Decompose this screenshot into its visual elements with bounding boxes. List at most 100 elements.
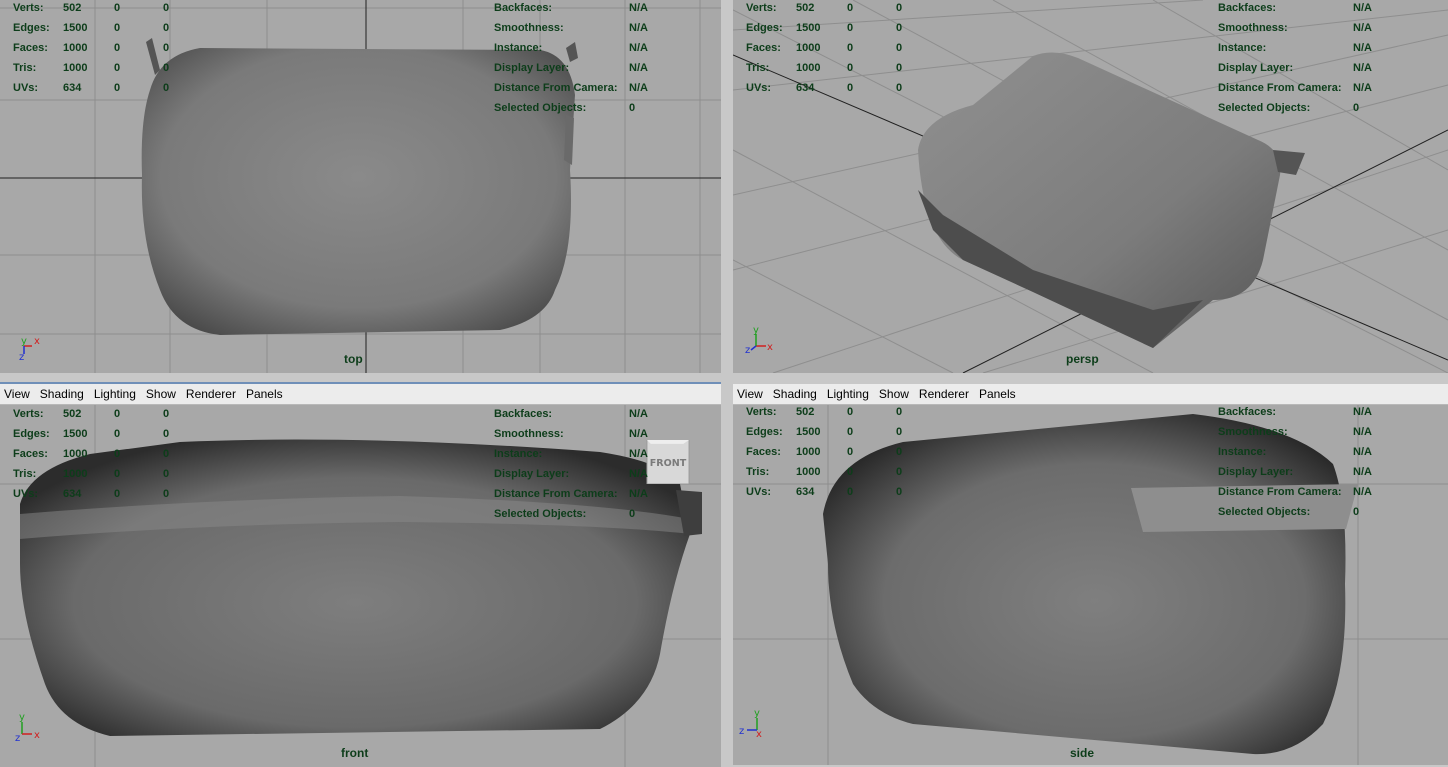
hud-v2: 0 xyxy=(114,2,121,14)
hud-label: Smoothness: xyxy=(494,22,564,34)
hud-v3: 0 xyxy=(163,468,170,480)
hud-value: N/A xyxy=(1353,446,1372,458)
hud-v3: 0 xyxy=(163,428,170,440)
hud-value: N/A xyxy=(1353,486,1372,498)
camera-label: front xyxy=(341,746,369,760)
hud-label: Edges: xyxy=(13,22,50,34)
view-cube-label: FRONT xyxy=(650,458,687,469)
viewport-persp[interactable]: Verts: 502 0 0 Edges: 1500 0 0 Faces: 1000 0 0 Tris:… xyxy=(733,0,1448,373)
hud-label: Selected Objects: xyxy=(494,102,587,114)
hud-v2: 0 xyxy=(847,82,854,94)
hud-label: Selected Objects: xyxy=(1218,506,1311,518)
hud-value: N/A xyxy=(629,82,648,94)
hud-label: Faces: xyxy=(13,42,48,54)
hud-v3: 0 xyxy=(896,466,903,478)
axis-gizmo: y z x xyxy=(739,708,762,738)
svg-text:z: z xyxy=(745,345,750,354)
hud-v2: 0 xyxy=(114,448,121,460)
svg-text:z: z xyxy=(19,352,24,362)
hud-label: Edges: xyxy=(13,428,50,440)
hud-v1: 1000 xyxy=(63,42,88,54)
menu-view[interactable]: View xyxy=(4,387,30,401)
menu-shading[interactable]: Shading xyxy=(40,387,84,401)
hud-v2: 0 xyxy=(114,468,121,480)
hud-label: Faces: xyxy=(746,446,781,458)
hud-label: Instance: xyxy=(494,42,543,54)
hud-v3: 0 xyxy=(896,446,903,458)
hud-v3: 0 xyxy=(896,42,903,54)
hud-v2: 0 xyxy=(847,406,854,418)
hud-v2: 0 xyxy=(114,42,121,54)
svg-text:x: x xyxy=(756,729,762,738)
menu-show[interactable]: Show xyxy=(146,387,176,401)
hud-label: Backfaces: xyxy=(494,408,553,420)
viewport-menubar: View Shading Lighting Show Renderer Pane… xyxy=(733,384,1448,405)
hud-v3: 0 xyxy=(163,408,170,420)
camera-label: persp xyxy=(1066,352,1099,366)
hud-label: Distance From Camera: xyxy=(494,488,618,500)
hud-label: Smoothness: xyxy=(1218,22,1288,34)
hud-v2: 0 xyxy=(847,486,854,498)
hud-v2: 0 xyxy=(114,408,121,420)
hud-value: N/A xyxy=(1353,22,1372,34)
hud-v2: 0 xyxy=(847,446,854,458)
hud-label: Edges: xyxy=(746,22,783,34)
hud-v2: 0 xyxy=(847,426,854,438)
svg-text:y: y xyxy=(19,712,25,723)
hud-v1: 634 xyxy=(796,82,815,94)
viewport-side[interactable]: View Shading Lighting Show Renderer Pane… xyxy=(733,384,1448,765)
hud-label: Selected Objects: xyxy=(1218,102,1311,114)
view-cube[interactable]: FRONT xyxy=(646,440,690,484)
hud-label: Backfaces: xyxy=(1218,406,1277,418)
hud-v3: 0 xyxy=(896,22,903,34)
hud-v2: 0 xyxy=(847,466,854,478)
hud-label: Distance From Camera: xyxy=(1218,486,1342,498)
hud-label: Verts: xyxy=(746,406,777,418)
svg-text:y: y xyxy=(754,708,760,719)
hud-v1: 1000 xyxy=(63,62,88,74)
hud-label: Tris: xyxy=(13,468,37,480)
menu-view[interactable]: View xyxy=(737,387,763,401)
hud-value: N/A xyxy=(629,488,648,500)
hud-v3: 0 xyxy=(163,488,170,500)
hud-v3: 0 xyxy=(163,2,170,14)
menu-panels[interactable]: Panels xyxy=(246,387,283,401)
svg-text:x: x xyxy=(767,342,773,353)
hud-value: N/A xyxy=(1353,82,1372,94)
hud-value: N/A xyxy=(629,468,648,480)
hud-v1: 502 xyxy=(796,406,815,418)
menu-renderer[interactable]: Renderer xyxy=(186,387,236,401)
hud-label: Tris: xyxy=(746,466,770,478)
hud-v2: 0 xyxy=(114,22,121,34)
hud-v1: 1500 xyxy=(796,22,821,34)
axis-gizmo: y z x xyxy=(15,712,40,742)
svg-text:x: x xyxy=(34,730,40,741)
svg-text:y: y xyxy=(21,336,27,347)
hud-label: Selected Objects: xyxy=(494,508,587,520)
menu-panels[interactable]: Panels xyxy=(979,387,1016,401)
hud-v2: 0 xyxy=(847,22,854,34)
menu-shading[interactable]: Shading xyxy=(773,387,817,401)
hud-value: 0 xyxy=(1353,506,1360,518)
hud-v3: 0 xyxy=(163,62,170,74)
hud-v3: 0 xyxy=(896,62,903,74)
hud-v3: 0 xyxy=(896,82,903,94)
hud-v3: 0 xyxy=(163,22,170,34)
hud-v3: 0 xyxy=(163,42,170,54)
hud-value: N/A xyxy=(629,62,648,74)
menu-show[interactable]: Show xyxy=(879,387,909,401)
camera-label: top xyxy=(344,352,363,366)
hud-value: 0 xyxy=(629,508,636,520)
hud-label: Smoothness: xyxy=(494,428,564,440)
hud-label: Verts: xyxy=(13,2,44,14)
hud-v1: 1000 xyxy=(796,446,821,458)
viewport-front[interactable]: View Shading Lighting Show Renderer Pane… xyxy=(0,382,721,767)
hud-value: N/A xyxy=(1353,42,1372,54)
viewport-menubar: View Shading Lighting Show Renderer Pane… xyxy=(0,384,721,405)
menu-lighting[interactable]: Lighting xyxy=(94,387,136,401)
hud-v1: 634 xyxy=(796,486,815,498)
hud-v1: 1000 xyxy=(63,448,88,460)
viewport-top[interactable]: Verts: 502 0 0 Edges: 1500 0 0 Faces: 1000 0 0 Tris:… xyxy=(0,0,721,373)
menu-renderer[interactable]: Renderer xyxy=(919,387,969,401)
menu-lighting[interactable]: Lighting xyxy=(827,387,869,401)
